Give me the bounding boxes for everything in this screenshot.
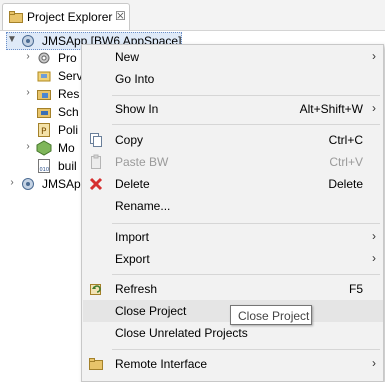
delete-red-x-icon bbox=[89, 177, 103, 191]
tree-item-module[interactable]: › Mo bbox=[22, 139, 82, 157]
eclipse-window: Project Explorer ☒ ▼ JMSApp [BW6 AppSpac… bbox=[0, 0, 385, 382]
menu-separator bbox=[112, 349, 380, 350]
bw-app-icon bbox=[22, 35, 34, 47]
tooltip-text: Close Project bbox=[238, 309, 310, 323]
tab-project-explorer[interactable]: Project Explorer ☒ bbox=[2, 3, 130, 30]
submenu-arrow-icon: › bbox=[372, 49, 376, 63]
svg-text:P: P bbox=[41, 127, 47, 137]
menu-separator bbox=[112, 274, 380, 275]
menu-item-label: Copy bbox=[115, 133, 144, 147]
submenu-arrow-icon: › bbox=[372, 251, 376, 265]
menu-item-remote-interface[interactable]: Remote Interface › bbox=[83, 353, 383, 375]
expanded-arrow-icon[interactable]: ▼ bbox=[6, 33, 18, 47]
menu-item-rename[interactable]: Rename... bbox=[83, 195, 383, 217]
close-icon[interactable]: ☒ bbox=[115, 9, 126, 23]
menu-item-label: New bbox=[115, 50, 140, 64]
menu-item-close-unrelated-projects[interactable]: Close Unrelated Projects bbox=[83, 322, 383, 344]
build-file-icon: 010 bbox=[38, 159, 50, 173]
menu-item-label: Export bbox=[115, 252, 150, 266]
menu-item-label: Remote Interface bbox=[115, 357, 208, 371]
tree-item-label: Mo bbox=[58, 141, 75, 155]
refresh-icon bbox=[90, 284, 101, 295]
menu-item-shortcut: Alt+Shift+W bbox=[299, 102, 363, 116]
menu-item-label: Show In bbox=[115, 102, 159, 116]
collapsed-arrow-icon[interactable]: › bbox=[6, 176, 18, 190]
copy-icon bbox=[90, 133, 102, 147]
menu-item-export[interactable]: Export › bbox=[83, 248, 383, 270]
tree-item-label: Pro bbox=[58, 51, 77, 65]
resources-folder-icon bbox=[37, 90, 51, 100]
schemas-folder-icon bbox=[37, 108, 51, 118]
paste-icon bbox=[91, 154, 101, 169]
menu-item-label: Paste BW bbox=[115, 155, 169, 169]
tree-item-label: buil bbox=[58, 159, 77, 173]
bw-app-icon bbox=[22, 178, 34, 190]
collapsed-arrow-icon[interactable]: › bbox=[22, 140, 34, 154]
tree-item-schemas[interactable]: Sch bbox=[22, 103, 82, 121]
tree-item-label: Serv bbox=[58, 69, 83, 83]
menu-item-label: Close Project bbox=[115, 304, 187, 318]
folder-tree-icon bbox=[9, 11, 23, 23]
menu-item-delete[interactable]: Delete Delete bbox=[83, 173, 383, 195]
menu-item-show-in[interactable]: Show In Alt+Shift+W › bbox=[83, 98, 383, 120]
tree-item-jmsapp-2[interactable]: › JMSAp bbox=[6, 175, 82, 193]
process-gear-icon bbox=[38, 52, 50, 64]
svg-text:010: 010 bbox=[40, 167, 50, 173]
tree-item-label: Poli bbox=[58, 123, 79, 137]
menu-separator bbox=[112, 124, 380, 125]
menu-separator bbox=[112, 95, 380, 96]
tree-item-resources[interactable]: › Res bbox=[22, 85, 82, 103]
menu-separator bbox=[112, 223, 380, 224]
submenu-arrow-icon: › bbox=[372, 229, 376, 243]
submenu-arrow-icon: › bbox=[372, 101, 376, 115]
tree-item-build[interactable]: 010 buil bbox=[22, 157, 82, 175]
service-icon bbox=[37, 71, 51, 82]
menu-item-shortcut: Ctrl+V bbox=[329, 155, 363, 169]
tab-title: Project Explorer bbox=[27, 10, 113, 24]
menu-item-label: Close Unrelated Projects bbox=[115, 326, 248, 340]
view-tab-bar: Project Explorer ☒ bbox=[0, 0, 385, 31]
tree-item-label: Res bbox=[58, 87, 80, 101]
menu-item-label: Refresh bbox=[115, 282, 158, 296]
tooltip: Close Project bbox=[230, 305, 312, 325]
tree-item-policies[interactable]: P Poli bbox=[22, 121, 82, 139]
menu-item-label: Rename... bbox=[115, 199, 171, 213]
menu-item-paste-bw[interactable]: Paste BW Ctrl+V bbox=[83, 151, 383, 173]
menu-item-shortcut: Delete bbox=[328, 177, 363, 191]
menu-item-label: Import bbox=[115, 230, 150, 244]
menu-item-shortcut: Ctrl+C bbox=[328, 133, 363, 147]
collapsed-arrow-icon[interactable]: › bbox=[22, 50, 34, 64]
context-menu: New › Go Into Show In Alt+Shift+W › Copy… bbox=[81, 44, 384, 382]
module-icon bbox=[36, 140, 52, 156]
menu-item-label: Go Into bbox=[115, 72, 155, 86]
folder-icon bbox=[89, 358, 103, 370]
collapsed-arrow-icon[interactable]: › bbox=[22, 86, 34, 100]
menu-item-new[interactable]: New › bbox=[83, 46, 383, 68]
menu-item-label: Delete bbox=[115, 177, 150, 191]
policies-icon: P bbox=[38, 123, 50, 137]
menu-item-go-into[interactable]: Go Into bbox=[83, 68, 383, 90]
tree-item-label: JMSAp bbox=[42, 177, 81, 191]
tree-item-label: Sch bbox=[58, 105, 79, 119]
menu-item-refresh[interactable]: Refresh F5 bbox=[83, 278, 383, 300]
tree-item-processes[interactable]: › Pro bbox=[22, 49, 82, 67]
menu-item-import[interactable]: Import › bbox=[83, 226, 383, 248]
menu-item-copy[interactable]: Copy Ctrl+C bbox=[83, 129, 383, 151]
submenu-arrow-icon: › bbox=[372, 356, 376, 370]
menu-item-shortcut: F5 bbox=[348, 282, 363, 296]
tree-item-service[interactable]: Serv bbox=[22, 67, 83, 85]
